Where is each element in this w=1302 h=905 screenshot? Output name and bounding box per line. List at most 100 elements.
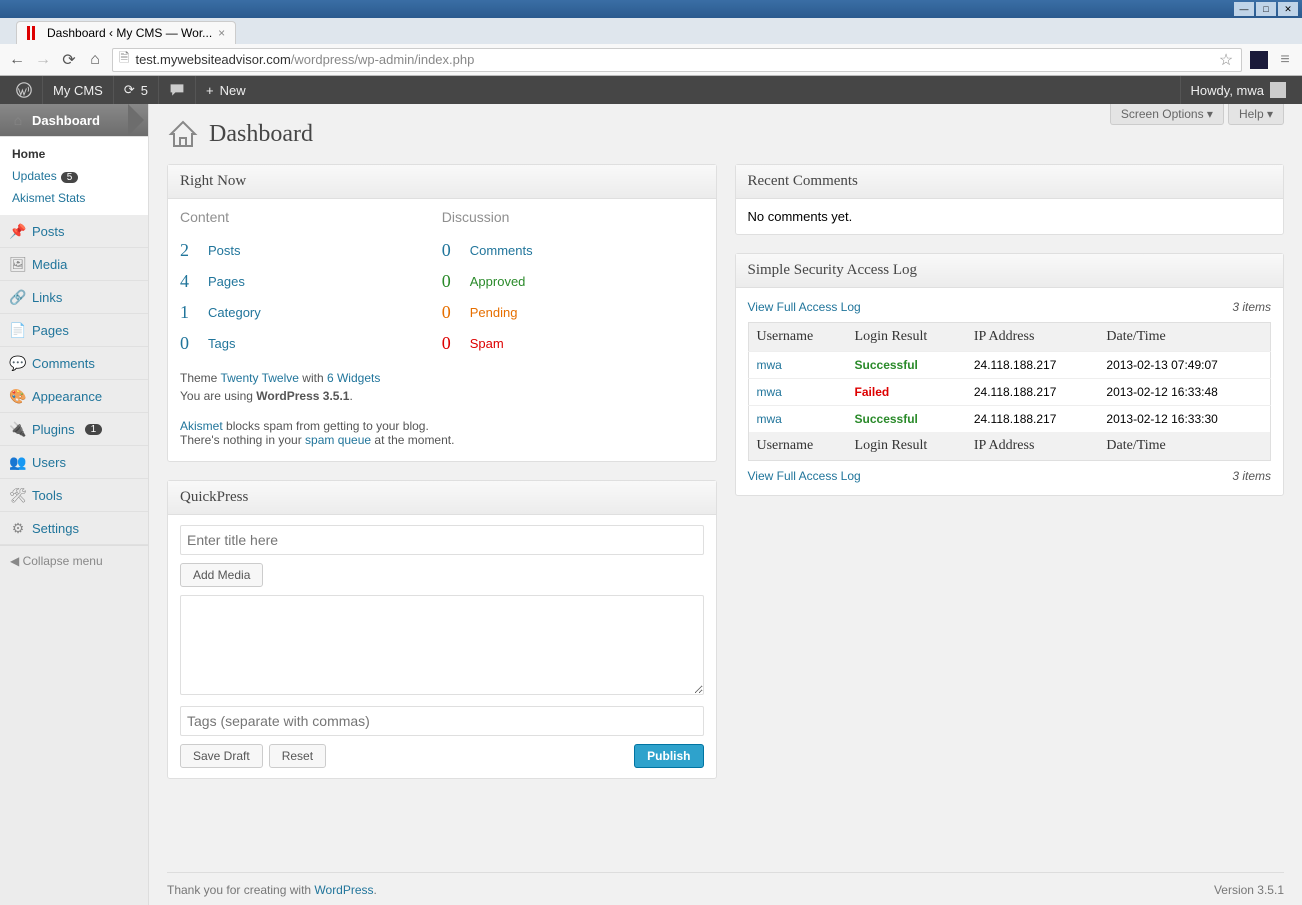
widget-title: Simple Security Access Log: [736, 254, 1284, 288]
col-datetime: Date/Time: [1098, 323, 1270, 352]
minimize-button[interactable]: —: [1234, 2, 1254, 16]
sidebar-item-dashboard[interactable]: ⌂ Dashboard: [0, 104, 148, 137]
reload-button[interactable]: ⟳: [60, 51, 78, 69]
extension-icon[interactable]: [1250, 51, 1268, 69]
sidebar-label: Users: [32, 455, 66, 470]
widget-title: Recent Comments: [736, 165, 1284, 199]
widget-title: QuickPress: [168, 481, 716, 515]
theme-info: Theme Twenty Twelve with 6 Widgets: [180, 371, 704, 385]
wordpress-link[interactable]: WordPress: [314, 883, 373, 897]
widgets-link[interactable]: 6 Widgets: [327, 371, 380, 385]
rn-label[interactable]: Tags: [208, 336, 235, 351]
log-row: mwaSuccessful24.118.188.2172013-02-13 07…: [748, 352, 1271, 379]
browser-tab-bar: Dashboard ‹ My CMS — Wor... ×: [0, 18, 1302, 44]
browser-menu-icon[interactable]: ≡: [1276, 51, 1294, 69]
main-content: Screen Options ▾ Help ▾ Dashboard Right …: [149, 104, 1302, 905]
widget-title: Right Now: [168, 165, 716, 199]
rn-count[interactable]: 2: [180, 240, 189, 260]
submenu-akismet[interactable]: Akismet Stats: [0, 187, 148, 209]
browser-tab[interactable]: Dashboard ‹ My CMS — Wor... ×: [16, 21, 236, 44]
save-draft-button[interactable]: Save Draft: [180, 744, 263, 768]
log-datetime: 2013-02-13 07:49:07: [1098, 352, 1270, 379]
submenu-home[interactable]: Home: [0, 143, 148, 165]
page-icon: 📄: [10, 322, 26, 338]
rn-count[interactable]: 1: [180, 302, 189, 322]
log-user-link[interactable]: mwa: [757, 385, 782, 399]
rn-label[interactable]: Approved: [470, 274, 526, 289]
new-content-menu[interactable]: + New: [195, 76, 256, 104]
theme-link[interactable]: Twenty Twelve: [220, 371, 298, 385]
address-bar[interactable]: 🗎 test.mywebsiteadvisor.com/wordpress/wp…: [112, 48, 1242, 72]
view-full-log-link-bottom[interactable]: View Full Access Log: [748, 469, 861, 483]
site-name-menu[interactable]: My CMS: [42, 76, 113, 104]
sidebar-label: Pages: [32, 323, 69, 338]
home-button[interactable]: ⌂: [86, 51, 104, 69]
updates-menu[interactable]: ⟳ 5: [113, 76, 158, 104]
users-icon: 👥: [10, 454, 26, 470]
akismet-info: Akismet blocks spam from getting to your…: [180, 419, 704, 447]
items-count-top: 3 items: [1232, 300, 1271, 314]
quickpress-content-textarea[interactable]: [180, 595, 704, 695]
rn-count[interactable]: 0: [442, 333, 451, 353]
back-button[interactable]: ←: [8, 51, 26, 69]
sidebar-item-links[interactable]: 🔗Links: [0, 281, 148, 314]
rn-count[interactable]: 0: [442, 302, 451, 322]
sidebar-item-users[interactable]: 👥 Users: [0, 446, 148, 479]
updates-badge: 5: [61, 172, 79, 183]
screen-options-button[interactable]: Screen Options ▾: [1110, 104, 1224, 125]
dashboard-icon: ⌂: [10, 112, 26, 128]
quickpress-title-input[interactable]: [180, 525, 704, 555]
sidebar-item-posts[interactable]: 📌 Posts: [0, 215, 148, 248]
rn-label[interactable]: Spam: [470, 336, 504, 351]
sidebar-item-plugins[interactable]: 🔌Plugins1: [0, 413, 148, 446]
plugin-icon: 🔌: [10, 421, 26, 437]
sidebar-item-settings[interactable]: ⚙Settings: [0, 512, 148, 545]
rn-label[interactable]: Category: [208, 305, 261, 320]
add-media-button[interactable]: Add Media: [180, 563, 263, 587]
help-button[interactable]: Help ▾: [1228, 104, 1284, 125]
account-menu[interactable]: Howdy, mwa: [1180, 76, 1296, 104]
collapse-menu-button[interactable]: ◀ Collapse menu: [0, 545, 148, 576]
submenu-updates[interactable]: Updates5: [0, 165, 148, 187]
log-result: Successful: [847, 352, 966, 379]
view-full-log-link-top[interactable]: View Full Access Log: [748, 300, 861, 314]
sidebar-item-media[interactable]: 🖼Media: [0, 248, 148, 281]
reset-button[interactable]: Reset: [269, 744, 326, 768]
pin-icon: 📌: [10, 223, 26, 239]
plus-icon: +: [206, 83, 214, 98]
maximize-button[interactable]: □: [1256, 2, 1276, 16]
sidebar-item-tools[interactable]: 🛠Tools: [0, 479, 148, 512]
rn-label[interactable]: Pending: [470, 305, 518, 320]
appearance-icon: 🎨: [10, 388, 26, 404]
log-user-link[interactable]: mwa: [757, 412, 782, 426]
rn-label[interactable]: Comments: [470, 243, 533, 258]
rn-count[interactable]: 0: [442, 271, 451, 291]
sidebar-item-pages[interactable]: 📄 Pages: [0, 314, 148, 347]
rn-count[interactable]: 0: [442, 240, 451, 260]
spam-queue-link[interactable]: spam queue: [305, 433, 371, 447]
forward-button[interactable]: →: [34, 51, 52, 69]
right-now-widget: Right Now Content 2 Posts 4 Pages 1 Category 0…: [167, 164, 717, 462]
sidebar-item-comments[interactable]: 💬Comments: [0, 347, 148, 380]
log-user-link[interactable]: mwa: [757, 358, 782, 372]
comments-menu[interactable]: [158, 76, 195, 104]
rn-label[interactable]: Pages: [208, 274, 245, 289]
close-window-button[interactable]: ✕: [1278, 2, 1298, 16]
bookmark-star-icon[interactable]: ☆: [1217, 51, 1235, 69]
rn-label[interactable]: Posts: [208, 243, 241, 258]
sidebar-item-appearance[interactable]: 🎨Appearance: [0, 380, 148, 413]
akismet-link[interactable]: Akismet: [180, 419, 223, 433]
new-label: New: [220, 83, 246, 98]
content-heading: Content: [180, 209, 442, 225]
rn-count[interactable]: 4: [180, 271, 189, 291]
tab-close-icon[interactable]: ×: [218, 26, 225, 40]
sidebar-label: Posts: [32, 224, 65, 239]
quickpress-tags-input[interactable]: [180, 706, 704, 736]
access-log-table: Username Login Result IP Address Date/Ti…: [748, 322, 1272, 461]
rn-count[interactable]: 0: [180, 333, 189, 353]
wp-admin-bar: My CMS ⟳ 5 + New Howdy, mwa: [0, 76, 1302, 104]
publish-button[interactable]: Publish: [634, 744, 703, 768]
collapse-label: Collapse menu: [23, 554, 103, 568]
log-result: Successful: [847, 406, 966, 433]
wp-logo-menu[interactable]: [6, 76, 42, 104]
